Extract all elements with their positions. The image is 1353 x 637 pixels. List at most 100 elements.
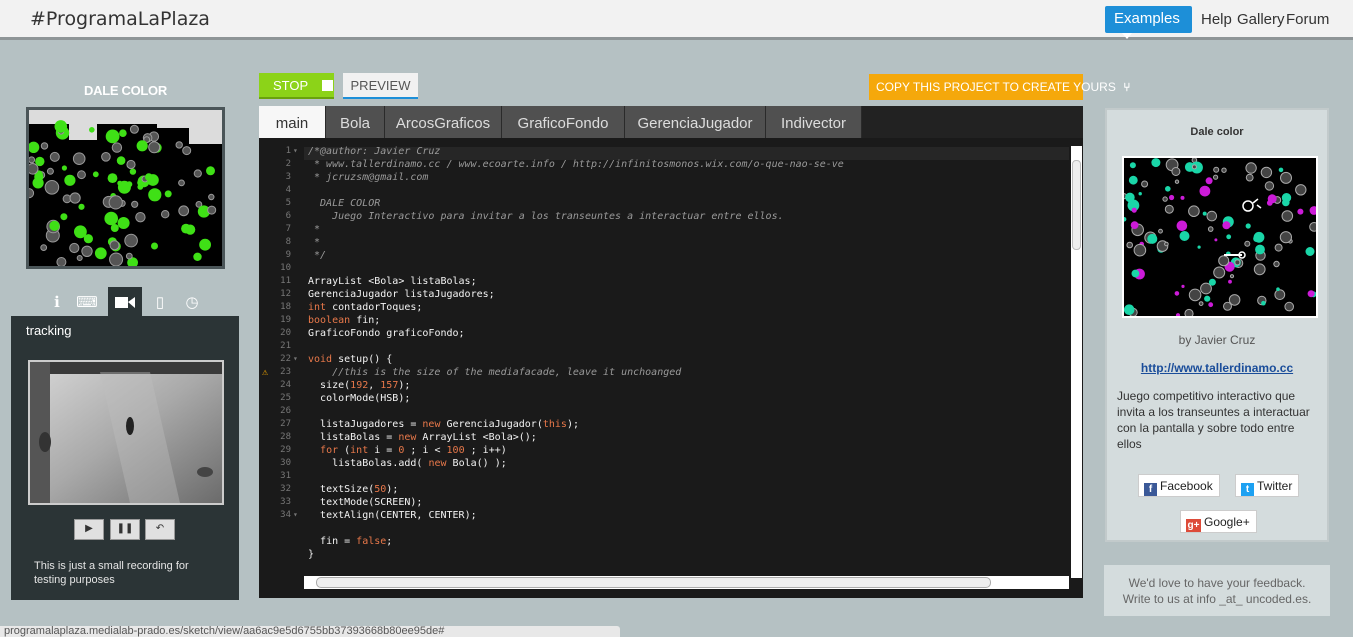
- code-line[interactable]: 33 textMode(SCREEN);: [259, 497, 1069, 510]
- tracking-note: This is just a small recording for testi…: [34, 560, 189, 586]
- code-line[interactable]: 12 GerenciaJugador listaJugadores;: [259, 289, 1069, 302]
- tab-bola[interactable]: Bola: [326, 106, 385, 138]
- tracking-video[interactable]: [28, 360, 224, 505]
- code-line[interactable]: }: [259, 549, 1069, 562]
- tab-arcosgraficos[interactable]: ArcosGraficos: [385, 106, 502, 138]
- code-line[interactable]: 29 for (int i = 0 ; i < 100 ; i++): [259, 445, 1069, 458]
- google-label: Google+: [1204, 515, 1250, 529]
- code-line[interactable]: 9 */: [259, 250, 1069, 263]
- code-text: textSize(50);: [320, 484, 399, 495]
- code-line[interactable]: 10: [259, 263, 1069, 276]
- code-line[interactable]: 26: [259, 406, 1069, 419]
- fold-toggle-icon[interactable]: ▾: [293, 146, 298, 155]
- nav-help-link[interactable]: Help: [1201, 11, 1232, 28]
- code-line[interactable]: 28 listaBolas = new ArrayList <Bola>();: [259, 432, 1069, 445]
- examples-dropdown-button[interactable]: Examples: [1105, 6, 1192, 40]
- code-text: textAlign(CENTER, CENTER);: [320, 510, 477, 521]
- facebook-label: Facebook: [1160, 479, 1213, 493]
- ball-shape: [92, 171, 99, 178]
- nav-gallery-link[interactable]: Gallery: [1237, 11, 1285, 28]
- video-tab[interactable]: [108, 287, 142, 317]
- fold-toggle-icon[interactable]: ▾: [293, 510, 298, 519]
- ball-shape: [125, 252, 133, 260]
- code-line[interactable]: 32 textSize(50);: [259, 484, 1069, 497]
- share-twitter-button[interactable]: t Twitter: [1235, 474, 1300, 497]
- ball-shape: [151, 242, 158, 250]
- code-line[interactable]: 11 ArrayList <Bola> listaBolas;: [259, 276, 1069, 289]
- code-line[interactable]: [259, 523, 1069, 536]
- ball-shape: [1126, 241, 1133, 249]
- caret-down-icon: [1122, 33, 1132, 40]
- line-number: 6: [285, 211, 291, 221]
- ball-shape: [1273, 260, 1280, 268]
- code-line[interactable]: ⚠ 23 //this is the size of the mediafacad…: [259, 367, 1069, 380]
- code-line[interactable]: 18 int contadorToques;: [259, 302, 1069, 315]
- ball-shape: [69, 242, 80, 254]
- code-line[interactable]: 2 * www.tallerdinamo.cc / www.ecoarte.in…: [259, 159, 1069, 172]
- play-button[interactable]: ▶: [74, 519, 104, 540]
- code-line[interactable]: 22 ▾ void setup() {: [259, 354, 1069, 367]
- code-line[interactable]: 20 GraficoFondo graficoFondo;: [259, 328, 1069, 341]
- copy-project-button[interactable]: COPY THIS PROJECT TO CREATE YOURS ⑂: [869, 74, 1130, 100]
- line-number: 26: [280, 406, 291, 416]
- share-facebook-button[interactable]: f Facebook: [1138, 474, 1220, 497]
- vertical-scrollbar[interactable]: [1071, 146, 1082, 578]
- card-author-link[interactable]: http://www.tallerdinamo.cc: [1107, 361, 1327, 375]
- horizontal-scrollbar[interactable]: [304, 576, 1069, 589]
- horizontal-scroll-thumb[interactable]: [316, 577, 991, 588]
- project-card: Dale color by Javier Cruz http://www.tal…: [1105, 108, 1329, 542]
- code-line[interactable]: 24 size(192, 157);: [259, 380, 1069, 393]
- pause-button[interactable]: ❚❚: [110, 519, 140, 540]
- tab-graficofondo[interactable]: GraficoFondo: [502, 106, 625, 138]
- code-line[interactable]: 3 * jcruzsm@gmail.com: [259, 172, 1069, 185]
- code-line[interactable]: 21: [259, 341, 1069, 354]
- code-line[interactable]: 30 listaBolas.add( new Bola() );: [259, 458, 1069, 471]
- ball-shape: [1309, 222, 1316, 232]
- tab-gerenciajugador[interactable]: GerenciaJugador: [625, 106, 766, 138]
- code-line[interactable]: 25 colorMode(HSB);: [259, 393, 1069, 406]
- top-navbar: #ProgramaLaPlaza Examples Help Gallery F…: [0, 0, 1353, 40]
- ball-shape: [1278, 167, 1284, 173]
- stop-button[interactable]: STOP: [259, 73, 334, 99]
- code-line[interactable]: 7 *: [259, 224, 1069, 237]
- nav-forum-link[interactable]: Forum: [1286, 11, 1329, 28]
- ball-shape: [129, 124, 139, 134]
- card-thumbnail[interactable]: [1122, 156, 1318, 318]
- code-line[interactable]: 8 *: [259, 237, 1069, 250]
- fold-toggle-icon[interactable]: ▾: [293, 354, 298, 363]
- feedback-line-2[interactable]: Write to us at info _at_ uncoded.es.: [1104, 591, 1330, 607]
- clock-tab[interactable]: ◷: [175, 287, 209, 317]
- share-google-button[interactable]: g+ Google+: [1180, 510, 1257, 533]
- preview-button[interactable]: PREVIEW: [343, 73, 418, 99]
- ball-shape: [1141, 180, 1149, 188]
- keyboard-tab[interactable]: ⌨: [70, 287, 104, 317]
- code-line[interactable]: 6 Juego Interactivo para invitar a los t…: [259, 211, 1069, 224]
- ball-shape: [109, 252, 124, 266]
- ball-shape: [107, 173, 118, 183]
- ball-shape: [1181, 284, 1185, 288]
- code-line[interactable]: fin = false;: [259, 536, 1069, 549]
- ball-shape: [1124, 304, 1135, 315]
- rewind-button[interactable]: ↶: [145, 519, 175, 540]
- code-line[interactable]: 31: [259, 471, 1069, 484]
- code-line[interactable]: 19 boolean fin;: [259, 315, 1069, 328]
- code-line[interactable]: 34 ▾ textAlign(CENTER, CENTER);: [259, 510, 1069, 523]
- ball-shape: [83, 234, 93, 244]
- code-line[interactable]: 27 listaJugadores = new GerenciaJugador(…: [259, 419, 1069, 432]
- tab-main[interactable]: main: [259, 106, 326, 138]
- line-number: 31: [280, 471, 291, 481]
- code-line[interactable]: 1 ▾ /*@author: Javier Cruz: [259, 146, 1069, 159]
- code-text: listaBolas.add( new Bola() );: [332, 458, 507, 469]
- tab-indivector[interactable]: Indivector: [766, 106, 862, 138]
- feedback-line-1: We'd love to have your feedback.: [1128, 576, 1306, 590]
- vertical-scroll-thumb[interactable]: [1072, 160, 1081, 250]
- mobile-tab[interactable]: ▯: [143, 287, 177, 317]
- ball-shape: [126, 159, 136, 170]
- code-line[interactable]: 4: [259, 185, 1069, 198]
- google-plus-icon: g+: [1186, 519, 1201, 532]
- code-line[interactable]: 5 DALE COLOR: [259, 198, 1069, 211]
- brand-title[interactable]: #ProgramaLaPlaza: [30, 8, 210, 30]
- info-tab[interactable]: ℹ: [40, 287, 74, 317]
- code-lines[interactable]: 1 ▾/*@author: Javier Cruz 2 * www.tallerdi…: [259, 146, 1069, 578]
- line-number: 11: [280, 276, 291, 286]
